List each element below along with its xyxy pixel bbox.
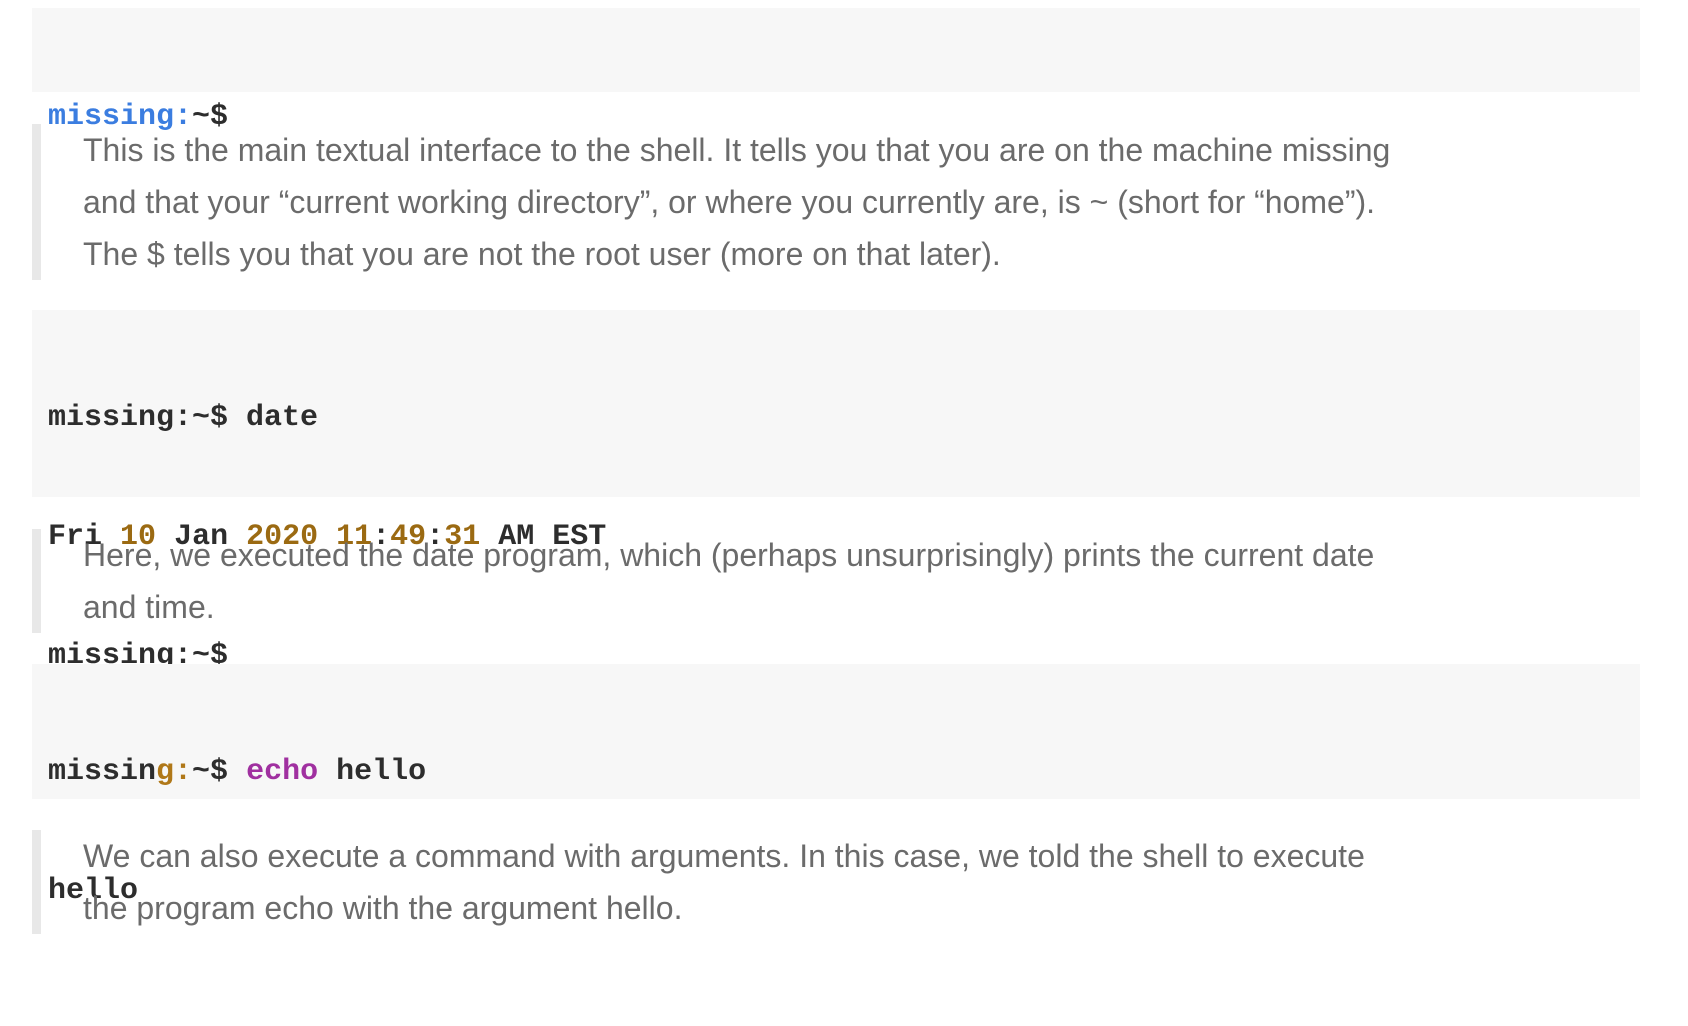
blockquote-echo-explanation: We can also execute a command with argum… xyxy=(32,830,1532,934)
blockquote-line: We can also execute a command with argum… xyxy=(83,838,1365,874)
code-line-echo-command: missing:~$ echo hello xyxy=(48,747,1624,798)
blockquote-shell-intro: This is the main textual interface to th… xyxy=(32,124,1532,280)
blockquote-date-explanation: Here, we executed the date program, whic… xyxy=(32,529,1532,633)
blockquote-line: Here, we executed the date program, whic… xyxy=(83,537,1375,573)
blockquote-line: The $ tells you that you are not the roo… xyxy=(83,236,1001,272)
code-block-date: missing:~$ date Fri 10 Jan 2020 11:49:31… xyxy=(32,310,1640,673)
blockquote-line: and that your “current working directory… xyxy=(83,184,1376,220)
blockquote-line: This is the main textual interface to th… xyxy=(83,132,1391,168)
code-line-date-command: missing:~$ date xyxy=(48,401,319,435)
prompt-part-b: g: xyxy=(156,755,193,789)
echo-argument: hello xyxy=(336,755,427,789)
blockquote-line: the program echo with the argument hello… xyxy=(83,890,683,926)
echo-command: echo xyxy=(246,755,319,789)
code-block-prompt: missing:~$ xyxy=(32,8,1640,134)
prompt-part-c: ~$ xyxy=(192,755,229,789)
code-block-echo: missing:~$ echo hello hello xyxy=(32,664,1640,908)
page: missing:~$ This is the main textual inte… xyxy=(0,0,1688,1026)
blockquote-line: and time. xyxy=(83,589,215,625)
prompt-part-a: missin xyxy=(48,755,157,789)
